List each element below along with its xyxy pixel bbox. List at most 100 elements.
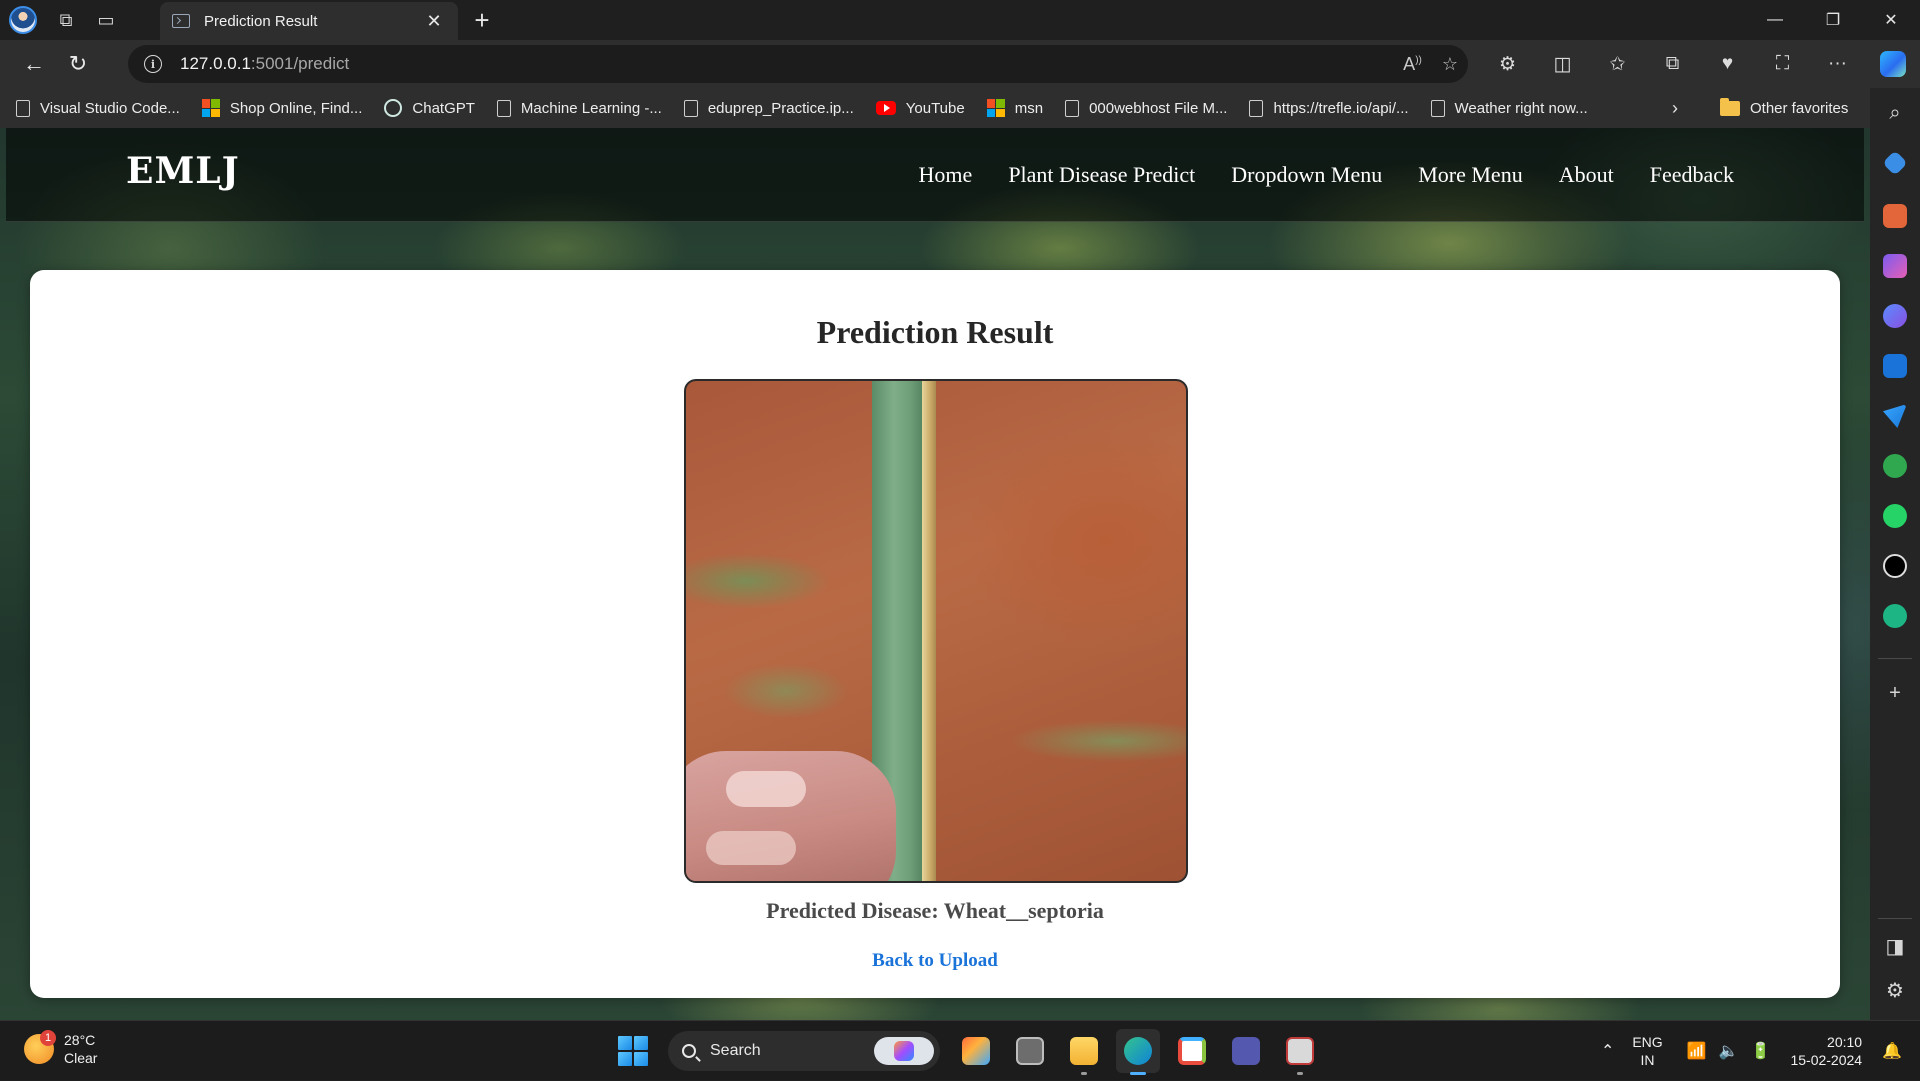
nav-plant-disease-predict[interactable]: Plant Disease Predict [1008, 162, 1195, 188]
bookmark-item[interactable]: msn [986, 99, 1043, 117]
green-app-icon[interactable] [1883, 604, 1907, 628]
tab-prediction-result[interactable]: Prediction Result ✕ [160, 2, 458, 40]
shopping-tag-icon[interactable] [1882, 150, 1908, 176]
page-icon [683, 99, 698, 117]
nav-about[interactable]: About [1559, 162, 1614, 188]
weather-widget[interactable]: 1 28°C Clear [24, 1030, 98, 1067]
chatgpt-icon [384, 99, 403, 117]
tab-actions-icon[interactable]: ▭ [86, 0, 126, 40]
nav-home[interactable]: Home [919, 162, 973, 188]
split-screen-icon[interactable]: ◫ [1535, 40, 1590, 88]
tab-title: Prediction Result [204, 12, 318, 30]
favorites-icon[interactable]: ✩ [1590, 40, 1645, 88]
tools-briefcase-icon[interactable] [1883, 204, 1907, 228]
minimize-button[interactable]: — [1746, 0, 1804, 40]
bookmark-item[interactable]: YouTube [875, 100, 965, 117]
back-arrow-icon[interactable]: ← [12, 44, 56, 84]
taskbar-app[interactable] [1062, 1029, 1106, 1075]
clock-time: 20:10 [1827, 1034, 1863, 1050]
snipping-tool-icon [1286, 1037, 1314, 1065]
taskbar-app[interactable] [1170, 1029, 1214, 1073]
page-icon [1065, 99, 1080, 117]
hide-sidebar-icon[interactable]: ◨ [1870, 934, 1920, 959]
close-window-button[interactable]: ✕ [1862, 0, 1920, 40]
profile-button[interactable] [0, 0, 46, 40]
bookmark-item[interactable]: ChatGPT [384, 99, 475, 117]
site-logo[interactable]: EMLJ [126, 150, 240, 192]
search-icon [682, 1044, 696, 1058]
copilot-pre-icon [962, 1037, 990, 1065]
nav-more-menu[interactable]: More Menu [1418, 162, 1522, 188]
clock[interactable]: 20:10 15-02-2024 [1790, 1033, 1862, 1069]
taskbar-app[interactable] [1278, 1029, 1322, 1075]
copilot-icon [1879, 51, 1906, 77]
bookmark-label: Machine Learning -... [520, 99, 662, 117]
outlook-icon[interactable] [1883, 354, 1907, 378]
page-title: Prediction Result [816, 314, 1054, 350]
nav-dropdown-menu[interactable]: Dropdown Menu [1231, 162, 1382, 188]
taskbar-search[interactable]: Search [668, 1031, 940, 1071]
chevron-right-icon[interactable]: › [1672, 98, 1678, 119]
tree-icon[interactable] [1883, 454, 1907, 478]
bookmark-item[interactable]: Machine Learning -... [496, 99, 662, 117]
site-info-icon[interactable]: i [144, 55, 162, 73]
close-tab-icon[interactable]: ✕ [422, 11, 446, 32]
chevron-up-icon[interactable]: ⌃ [1601, 1041, 1614, 1061]
restore-button[interactable]: ❐ [1804, 0, 1862, 40]
copilot-search-icon[interactable] [874, 1037, 934, 1065]
taskbar-app[interactable] [1116, 1029, 1160, 1075]
language-indicator[interactable]: ENG IN [1632, 1033, 1662, 1069]
refresh-icon[interactable]: ↻ [56, 44, 100, 84]
weather-condition: Clear [64, 1050, 98, 1066]
screenshot-icon[interactable]: ⛶ [1755, 40, 1810, 88]
wifi-icon[interactable]: 📶 [1687, 1041, 1707, 1061]
predicted-disease: Predicted Disease: Wheat__septoria [766, 898, 1104, 923]
bookmark-label: 000webhost File M... [1089, 99, 1228, 117]
clock-date: 15-02-2024 [1790, 1052, 1863, 1068]
taskbar-app[interactable] [1008, 1029, 1052, 1073]
page-icon [16, 99, 30, 117]
more-options-icon[interactable]: ··· [1810, 40, 1865, 88]
settings-gear-icon[interactable]: ⚙ [1870, 978, 1920, 1003]
copilot-button[interactable] [1865, 40, 1920, 88]
favorite-star-icon[interactable]: ☆ [1442, 54, 1458, 75]
read-aloud-icon[interactable]: A)) [1403, 54, 1422, 75]
taskbar-app[interactable] [954, 1029, 998, 1073]
taskbar-app[interactable] [1224, 1029, 1268, 1073]
chatgpt-sidebar-icon[interactable] [1883, 554, 1907, 578]
extensions-icon[interactable]: ⚙ [1480, 40, 1535, 88]
bookmark-label: Visual Studio Code... [40, 99, 180, 117]
browser-essentials-icon[interactable]: ♥ [1700, 40, 1755, 88]
back-to-upload-link[interactable]: Back to Upload [30, 950, 1840, 972]
other-favorites[interactable]: Other favorites [1720, 88, 1848, 128]
bookmark-item[interactable]: Weather right now... [1430, 99, 1588, 117]
bookmark-label: Weather right now... [1454, 99, 1588, 117]
add-icon[interactable]: + [1870, 682, 1920, 705]
bookmark-item[interactable]: https://trefle.io/api/... [1249, 99, 1409, 117]
edge-icon [1124, 1037, 1152, 1065]
volume-icon[interactable]: 🔈 [1719, 1041, 1739, 1061]
telegram-icon[interactable] [1883, 404, 1907, 428]
sidebar-search-icon[interactable]: ⌕ [1870, 102, 1920, 125]
nav-feedback[interactable]: Feedback [1650, 162, 1734, 188]
bookmark-item[interactable]: eduprep_Practice.ip... [683, 99, 854, 117]
start-windows-icon[interactable] [618, 1036, 648, 1066]
workspaces-icon[interactable]: ⧉ [46, 0, 86, 40]
bookmark-item[interactable]: Shop Online, Find... [201, 99, 362, 117]
notifications-bell-icon[interactable]: 🔔 [1882, 1041, 1902, 1061]
copilot-sidebar-icon[interactable] [1883, 304, 1907, 328]
new-tab-button[interactable]: + [466, 4, 498, 36]
microsoft-icon [201, 99, 220, 117]
collections-icon[interactable]: ⧉ [1645, 40, 1700, 88]
system-tray: ⌃ ENG IN 📶 🔈 🔋 20:10 15-02-2024 🔔 [1595, 1021, 1920, 1081]
address-bar[interactable]: i 127.0.0.1:5001/predict A)) ☆ [128, 45, 1468, 83]
result-card: Prediction Result Predicted Disease: Whe… [30, 270, 1840, 998]
toolbar-buttons: ⚙ ◫ ✩ ⧉ ♥ ⛶ ··· [1480, 40, 1920, 88]
whatsapp-icon[interactable] [1883, 504, 1907, 528]
bookmark-item[interactable]: 000webhost File M... [1065, 99, 1228, 117]
page-icon [496, 99, 511, 117]
page-icon [1430, 99, 1445, 117]
bookmark-item[interactable]: Visual Studio Code... [16, 99, 180, 117]
games-icon[interactable] [1883, 254, 1907, 278]
battery-icon[interactable]: 🔋 [1751, 1041, 1771, 1061]
